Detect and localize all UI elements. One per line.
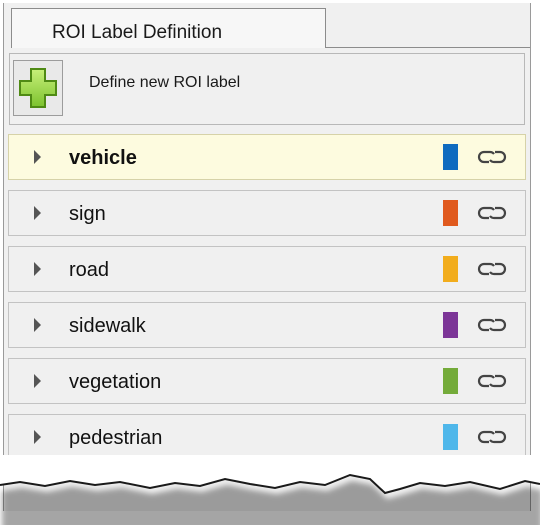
link-icon[interactable] [477, 426, 507, 448]
expand-arrow-icon[interactable] [34, 374, 41, 388]
roi-label-panel: ROI Label Definition Define new ROI labe… [3, 3, 531, 511]
label-color-swatch [443, 368, 458, 394]
tab-label: ROI Label Definition [52, 22, 223, 43]
label-name: sidewalk [69, 315, 146, 337]
plus-icon [19, 68, 57, 108]
link-icon[interactable] [477, 146, 507, 168]
label-row[interactable]: sign [8, 190, 526, 236]
label-row[interactable]: sidewalk [8, 302, 526, 348]
expand-arrow-icon[interactable] [34, 150, 41, 164]
toolbar: Define new ROI label [9, 53, 525, 125]
link-icon[interactable] [477, 314, 507, 336]
define-new-roi-label-button[interactable] [13, 60, 63, 116]
tab-roi-label-definition[interactable]: ROI Label Definition [11, 8, 326, 48]
label-color-swatch [443, 256, 458, 282]
label-row[interactable]: vehicle [8, 134, 526, 180]
link-icon[interactable] [477, 202, 507, 224]
label-name: road [69, 259, 110, 281]
label-name: pedestrian [69, 427, 163, 449]
label-color-swatch [443, 312, 458, 338]
tab-divider [326, 47, 530, 48]
label-name: vehicle [69, 147, 137, 169]
label-color-swatch [443, 424, 458, 450]
label-name: vegetation [69, 371, 162, 393]
expand-arrow-icon[interactable] [34, 262, 41, 276]
expand-arrow-icon[interactable] [34, 318, 41, 332]
torn-edge [0, 455, 540, 525]
label-row[interactable]: vegetation [8, 358, 526, 404]
link-icon[interactable] [477, 370, 507, 392]
expand-arrow-icon[interactable] [34, 206, 41, 220]
label-row[interactable]: pedestrian [8, 414, 526, 460]
link-icon[interactable] [477, 258, 507, 280]
expand-arrow-icon[interactable] [34, 430, 41, 444]
label-name: sign [69, 203, 106, 225]
label-color-swatch [443, 200, 458, 226]
define-new-roi-label-text: Define new ROI label [89, 74, 241, 91]
label-row[interactable]: road [8, 246, 526, 292]
label-color-swatch [443, 144, 458, 170]
